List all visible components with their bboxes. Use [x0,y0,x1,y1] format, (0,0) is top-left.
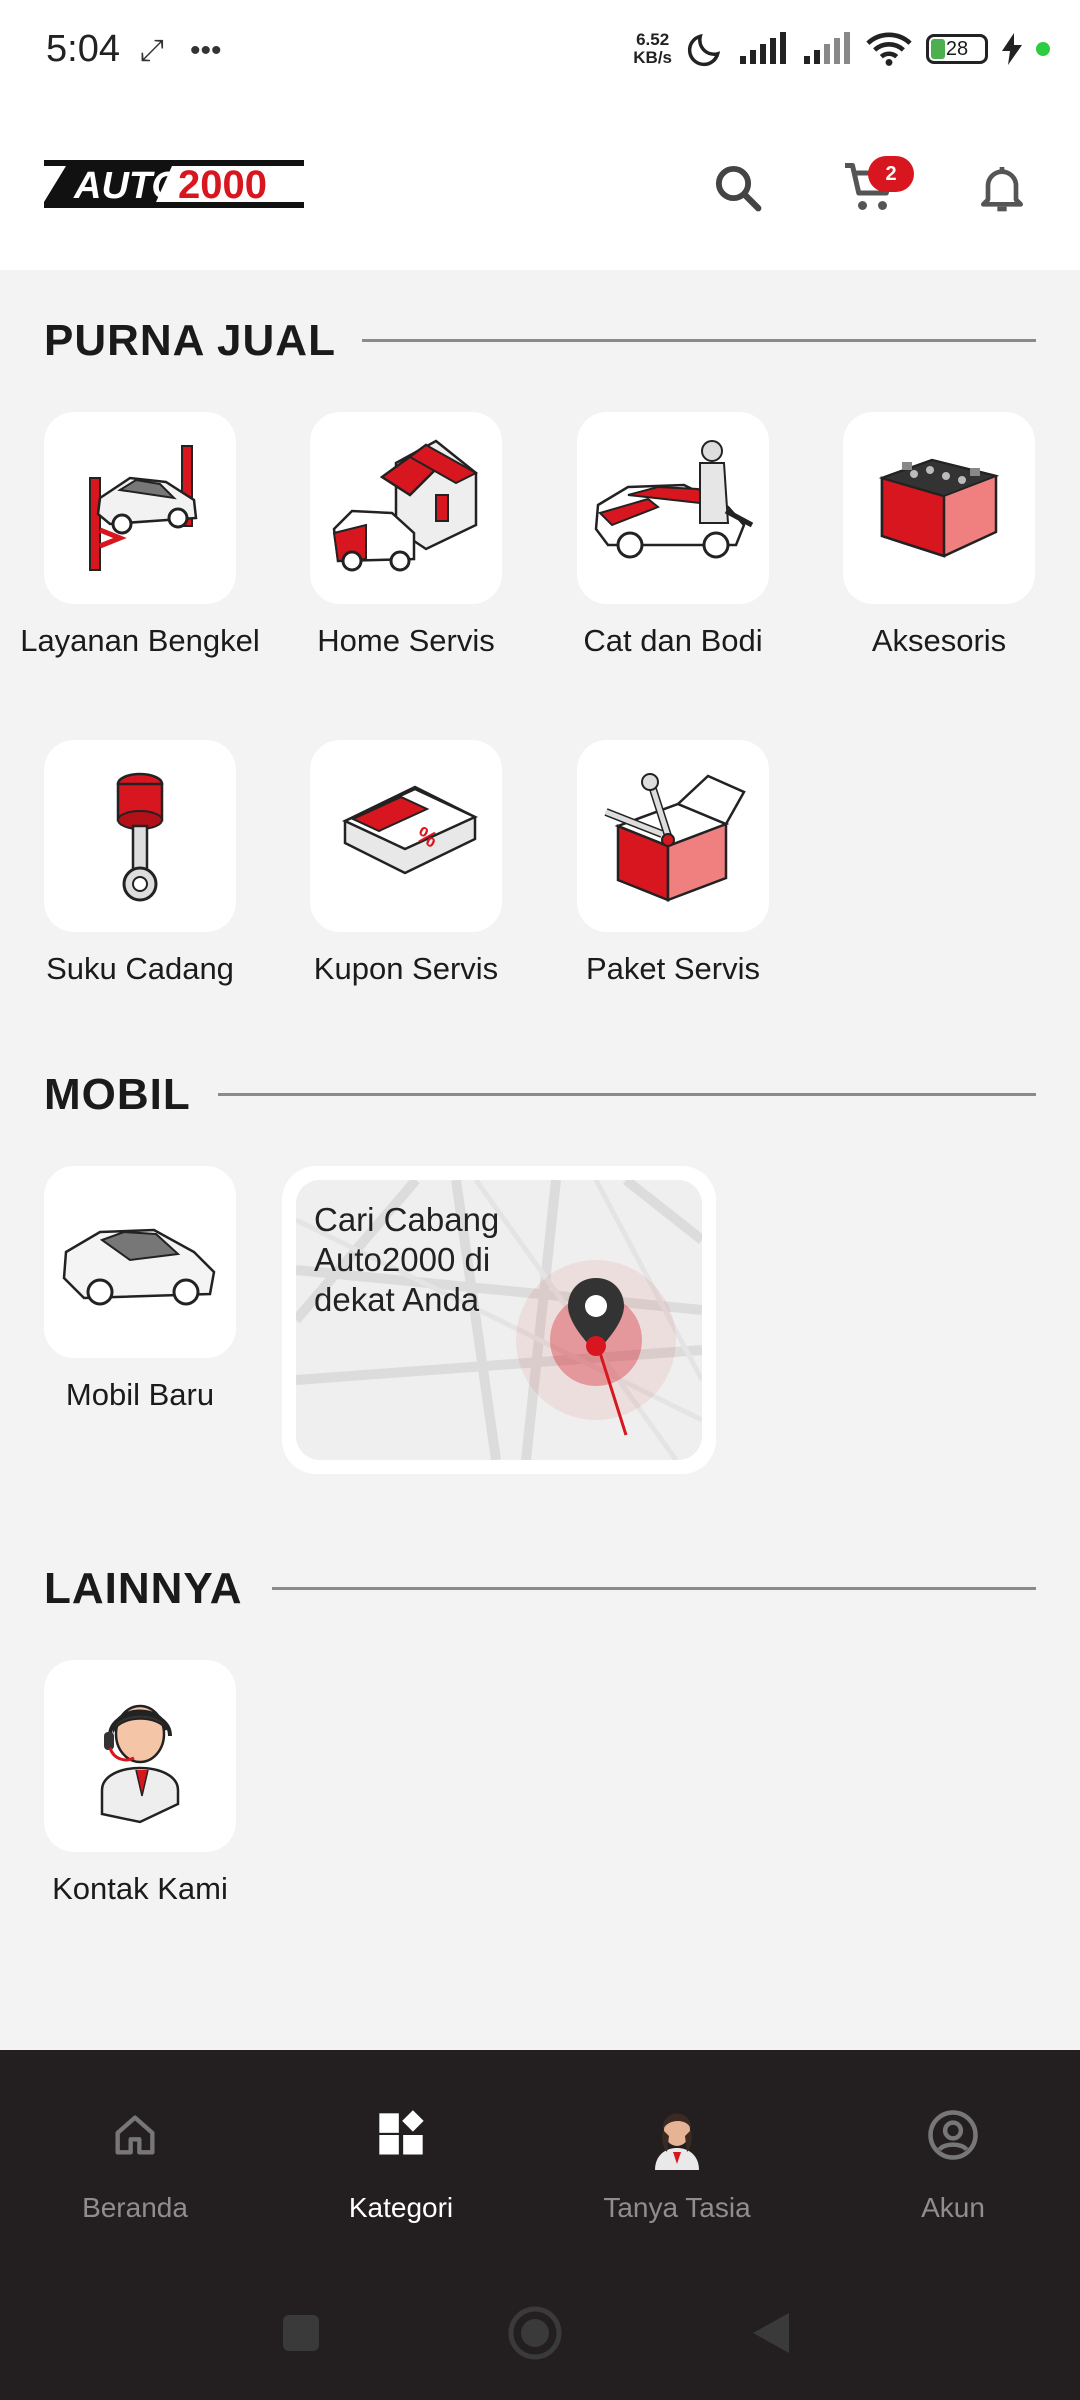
system-navigation-bar [0,2270,1080,2400]
status-right: 6.52 KB/s 28 [633,30,1050,68]
nav-label: Kategori [348,2192,454,2223]
tile-kupon-servis[interactable]: % [310,740,502,932]
tile-layanan-bengkel[interactable] [44,412,236,604]
tile-mobil-baru[interactable] [44,1166,236,1358]
signal-icon [740,32,786,64]
section-divider [272,1587,1036,1590]
tile-suku-cadang[interactable] [44,740,236,932]
coupon-icon: % [342,785,478,875]
nav-label: Beranda [82,2192,188,2223]
cart-button[interactable]: 2 [830,148,914,228]
section-divider [362,339,1036,342]
section-title-lainnya: LAINNYA [44,1564,243,1613]
wifi-icon [866,32,912,66]
bell-icon [981,167,1023,212]
tile-label: Cat dan Bodi [583,623,763,658]
find-branch-card[interactable]: Cari Cabang Auto2000 di dekat Anda [282,1166,716,1474]
svg-text:2000: 2000 [178,163,267,207]
home-icon [115,2115,155,2155]
tile-kontak-kami[interactable] [44,1660,236,1852]
back-button[interactable] [736,2298,806,2368]
piston-icon [116,772,164,902]
category-icon [379,2110,424,2155]
section-title-purna-jual: PURNA JUAL [44,316,336,365]
app-header: AUTO 2000 2 [0,100,1080,270]
customer-service-icon [100,1704,180,1824]
search-button[interactable] [698,148,778,228]
tile-label: Kupon Servis [313,951,499,986]
notification-button[interactable] [962,148,1042,228]
tile-paket-servis[interactable] [577,740,769,932]
network-speed: 6.52 KB/s [633,30,672,67]
car-paint-icon [594,440,754,559]
nav-beranda[interactable]: Beranda [0,2100,270,2260]
screen-rotate-icon: ⤢ [140,34,164,67]
tile-label: Aksesoris [871,623,1007,658]
car-lift-icon [89,445,198,571]
svg-text:AUTO: AUTO [73,165,181,207]
tile-home-servis[interactable] [310,412,502,604]
tile-label: Home Servis [317,623,495,658]
auto2000-logo[interactable]: AUTO 2000 [44,156,304,212]
section-divider [218,1093,1036,1096]
battery-icon: 28 [926,34,988,64]
toolbox-icon [604,773,746,902]
signal-2-icon [804,32,850,64]
cart-count-badge: 2 [868,156,914,192]
nav-label: Akun [921,2192,985,2223]
status-time: 5:04 [46,28,120,70]
tile-label: Kontak Kami [52,1871,228,1906]
nav-label: Tanya Tasia [603,2192,751,2223]
home-service-icon [332,439,479,572]
back-triangle-icon [753,2313,789,2353]
nav-akun[interactable]: Akun [818,2100,1080,2260]
status-notification-icons: ⤢ ••• [140,34,222,68]
account-icon [928,2110,978,2160]
assistant-avatar [655,2113,699,2170]
tile-aksesoris[interactable] [843,412,1035,604]
new-car-icon [62,1228,216,1306]
indicator-dot [1036,42,1050,56]
status-bar: 5:04 ⤢ ••• 6.52 KB/s 28 [0,0,1080,100]
location-pin-icon [568,1278,624,1356]
nav-kategori[interactable]: Kategori [266,2100,536,2260]
car-battery-icon [878,458,1000,558]
circle-icon [508,2306,562,2360]
section-title-mobil: MOBIL [44,1070,191,1119]
tile-label: Mobil Baru [65,1377,215,1412]
tile-label: Suku Cadang [46,951,234,986]
tile-cat-dan-bodi[interactable] [577,412,769,604]
tile-label: Paket Servis [585,951,760,986]
nav-tanya-tasia[interactable]: Tanya Tasia [542,2100,812,2260]
home-system-button[interactable] [500,2298,570,2368]
search-icon [715,165,762,212]
recent-apps-button[interactable] [266,2298,336,2368]
moon-icon [687,33,721,67]
square-icon [283,2315,319,2351]
charging-icon [1002,33,1022,65]
tile-label: Layanan Bengkel [20,623,260,658]
more-notifications-icon: ••• [190,34,222,67]
find-branch-text: Cari Cabang Auto2000 di dekat Anda [314,1201,500,1318]
